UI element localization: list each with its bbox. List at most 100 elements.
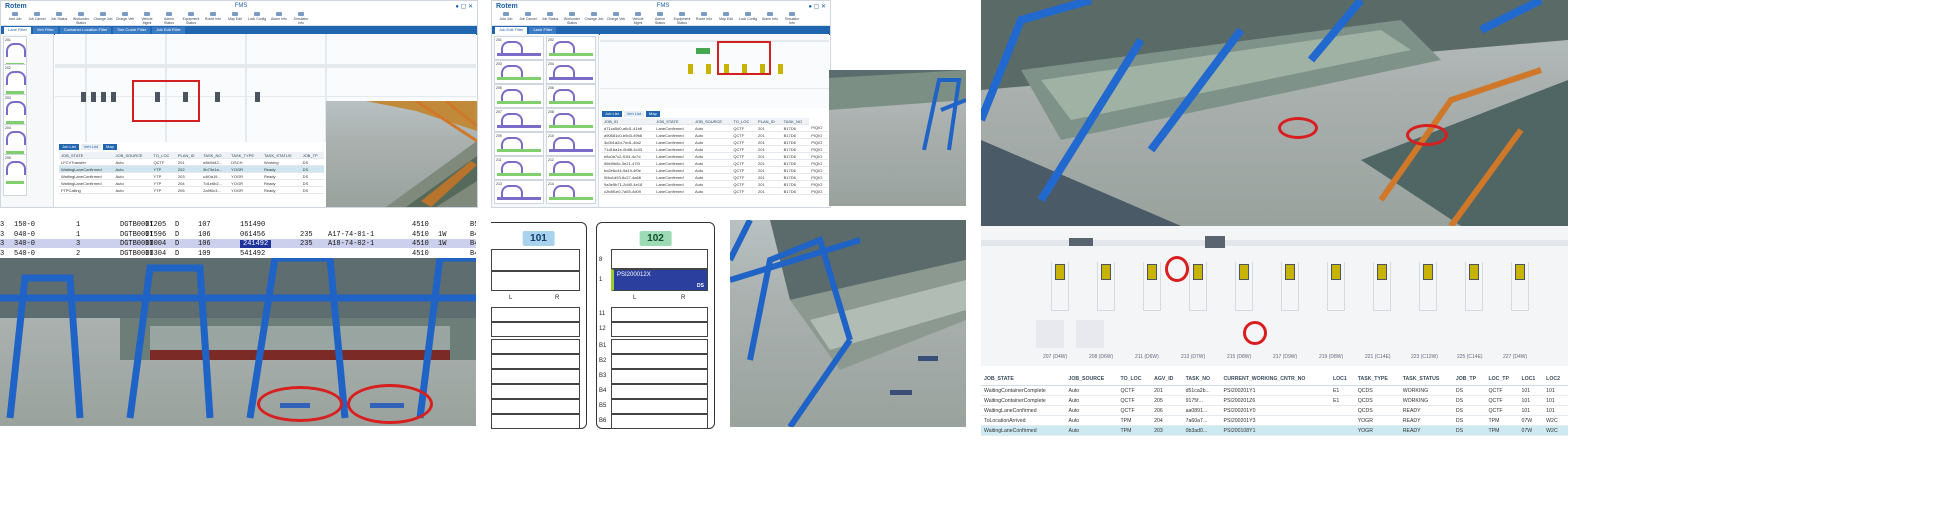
qc-panel-101[interactable]: 101 LR	[491, 222, 587, 429]
lane-map-zoom[interactable]: 207 (D4W) 208 (D6W) 211 (D6W) 213 (D7W) 215 …	[981, 226, 1568, 366]
tab-veh-list[interactable]: Veh List	[80, 144, 102, 150]
table-row[interactable]: 56fd0b8c-3e21-47f3 LaneConfirmed Auto QCTF 2…	[602, 159, 828, 167]
table-row[interactable]: WaitingLaneConfirmed Auto YTP 202 9b73e1a...…	[59, 165, 324, 173]
tab-lane-filter[interactable]: Lane Filter	[529, 27, 557, 34]
agv-marker[interactable]	[1285, 264, 1295, 280]
agv-marker[interactable]	[1101, 264, 1111, 280]
table-row[interactable]: WaitingContainerComplete Auto QCTF 205 9175f…	[981, 395, 1568, 406]
tab-job-list[interactable]: Job List	[602, 111, 622, 117]
table-row[interactable]: WaitingContainerComplete Auto QCTF 201 d51ca…	[981, 385, 1568, 396]
toolbar-button[interactable]: Job Cancel	[27, 11, 47, 25]
vehicle-card[interactable]: 205	[3, 154, 27, 196]
toolbar-button[interactable]: Route Info	[203, 11, 223, 25]
column-header[interactable]: TASK_NO	[1182, 372, 1221, 386]
tab-job-edit-filter[interactable]: Job Edit Filter	[495, 27, 528, 34]
column-header[interactable]: CURRENT_WORKING_CNTR_NO	[1220, 372, 1330, 386]
agv-marker[interactable]	[255, 92, 260, 102]
vehicle-card[interactable]: 203	[494, 60, 544, 84]
yard-map[interactable]	[600, 34, 829, 108]
table-row[interactable]: c2b8f1e0-7a55-4d09 LaneConfirmed Auto QCTF 2…	[602, 187, 828, 195]
vehicle-card[interactable]: 204	[546, 60, 596, 84]
toolbar-button[interactable]: Lock Config	[738, 11, 758, 25]
agv-marker[interactable]	[1423, 264, 1433, 280]
tab-job-list[interactable]: Job List	[59, 144, 79, 150]
toolbar-button[interactable]: Map Edit	[225, 11, 245, 25]
agv-marker[interactable]	[1147, 264, 1157, 280]
data-row[interactable]: 3 340-0 3 DGTB0000004 II D 106 241492 235 A18-74-…	[0, 239, 476, 248]
toolbar-button[interactable]: Add Job	[5, 11, 25, 25]
table-row[interactable]: 3c0b1a2d-7ed1-4fa2 LaneConfirmed Auto QCTF 2…	[602, 138, 828, 146]
container-slot[interactable]: PSI200012X DS	[611, 269, 708, 291]
toolbar-button[interactable]: Alarm Info	[760, 11, 780, 25]
toolbar-button[interactable]: Vehicle Mgmt	[137, 11, 157, 25]
toolbar-button[interactable]: Job Status	[540, 11, 560, 25]
column-header[interactable]: LOC_TP	[1485, 372, 1519, 386]
vehicle-card[interactable]: 210	[546, 132, 596, 156]
toolbar-button[interactable]: Workorder Status	[71, 11, 91, 25]
table-row[interactable]: d71ca5d0-a6d1-41b8 LaneConfirmed Auto QCTF 2…	[602, 124, 828, 132]
table-row[interactable]: ToLocationArrived Auto TPM 204 7a60a7... PSI2…	[981, 415, 1568, 426]
table-row[interactable]: FTPCalling Auto YTP 205 2a9f0c3... YOGR Ready D…	[59, 186, 324, 194]
toolbar-button[interactable]: Route Info	[694, 11, 714, 25]
table-row[interactable]: 71d16a1e-0b88-4c33 LaneConfirmed Auto QCTF 2…	[602, 145, 828, 153]
data-row[interactable]: 3 040-0 1 DGTB0001596 II D 106 061456 235 A17-74-…	[0, 230, 476, 239]
qc-panel-102[interactable]: 102 8 1 PSI200012X DS LR 11 12 B1 B2 B3 …	[596, 222, 715, 429]
table-row[interactable]: WaitingLaneConfirmed Auto QCTF 206 aa0891...…	[981, 405, 1568, 416]
agv-marker[interactable]	[1377, 264, 1387, 280]
table-row[interactable]: bd2e6c44-9a19-4f0e LaneConfirmed Auto QCTF 2…	[602, 166, 828, 174]
agv-marker[interactable]	[1469, 264, 1479, 280]
tab-veh-filter[interactable]: Veh Filter	[32, 27, 58, 34]
column-header[interactable]: JOB_STATE	[981, 372, 1066, 386]
agv-marker[interactable]	[1239, 264, 1249, 280]
toolbar-button[interactable]: Alarm Info	[269, 11, 289, 25]
tab-container-location-filter[interactable]: Container Location Filter	[59, 27, 112, 34]
tab-map[interactable]: Map	[103, 144, 117, 150]
table-row[interactable]: e8c0a7c2-f104-4c7d LaneConfirmed Auto QCTF 2…	[602, 152, 828, 160]
tab-job-edit-filter[interactable]: Job Edit Filter	[152, 27, 185, 34]
column-header[interactable]: LOC1	[1518, 372, 1544, 386]
agv-marker[interactable]	[101, 92, 106, 102]
table-row[interactable]: a90681c0-b9d3-49b6 LaneConfirmed Auto QCTF 2…	[602, 131, 828, 139]
agv-marker[interactable]	[81, 92, 86, 102]
vehicle-card[interactable]: 214	[546, 180, 596, 204]
table-row[interactable]: WaitingLaneConfirmed Auto TPM 203 0b3ad0... P…	[981, 425, 1568, 436]
toolbar-button[interactable]: Add Job	[496, 11, 516, 25]
toolbar-button[interactable]: Equipment Status	[672, 11, 692, 25]
tab-sim-crane-filter[interactable]: Sim Crane Filter	[113, 27, 151, 34]
vehicle-card[interactable]: 212	[546, 156, 596, 180]
column-header[interactable]: JOB_TP	[1452, 372, 1486, 386]
vehicle-card[interactable]: 213	[494, 180, 544, 204]
agv-marker[interactable]	[778, 64, 783, 74]
agv-marker[interactable]	[706, 64, 711, 74]
agv-marker[interactable]	[688, 64, 693, 74]
agv-marker[interactable]	[111, 92, 116, 102]
toolbar-button[interactable]: Charge Veh	[115, 11, 135, 25]
vehicle-card[interactable]: 201	[494, 36, 544, 60]
column-header[interactable]: TASK_TYPE	[1354, 372, 1400, 386]
table-row[interactable]: WaitingLaneConfirmed Auto YTP 203 c4f0a19...…	[59, 172, 324, 180]
vehicle-card[interactable]: 205	[494, 84, 544, 108]
toolbar-button[interactable]: Map Edit	[716, 11, 736, 25]
agv-marker[interactable]	[1193, 264, 1203, 280]
agv-marker[interactable]	[215, 92, 220, 102]
column-header[interactable]: LOC1	[1329, 372, 1355, 386]
column-header[interactable]: JOB_SOURCE	[1065, 372, 1118, 386]
tab-lane-filter[interactable]: Lane Filter	[4, 27, 31, 34]
toolbar-button[interactable]: Job Status	[49, 11, 69, 25]
vehicle-card[interactable]: 211	[494, 156, 544, 180]
agv-marker[interactable]	[1055, 264, 1065, 280]
toolbar-button[interactable]: Change Job	[93, 11, 113, 25]
vehicle-card[interactable]: 206	[546, 84, 596, 108]
toolbar-button[interactable]: Job Cancel	[518, 11, 538, 25]
table-row[interactable]: LFCVTransfer Auto QCTF 201 e8b0d42... DSCH Wor…	[59, 158, 324, 166]
toolbar-button[interactable]: Admin Status	[159, 11, 179, 25]
agv-marker[interactable]	[1331, 264, 1341, 280]
vehicle-card[interactable]: 207	[494, 108, 544, 132]
window-controls[interactable]: ● ▢ ✕	[455, 3, 473, 10]
toolbar-button[interactable]: Workorder Status	[562, 11, 582, 25]
table-row[interactable]: WaitingLaneConfirmed Auto YTP 204 7d1e6b2...…	[59, 179, 324, 187]
toolbar-button[interactable]: Admin Status	[650, 11, 670, 25]
agv-marker[interactable]	[1515, 264, 1525, 280]
window-controls[interactable]: ● ▢ ✕	[808, 3, 826, 10]
toolbar-button[interactable]: Vehicle Mgmt	[628, 11, 648, 25]
